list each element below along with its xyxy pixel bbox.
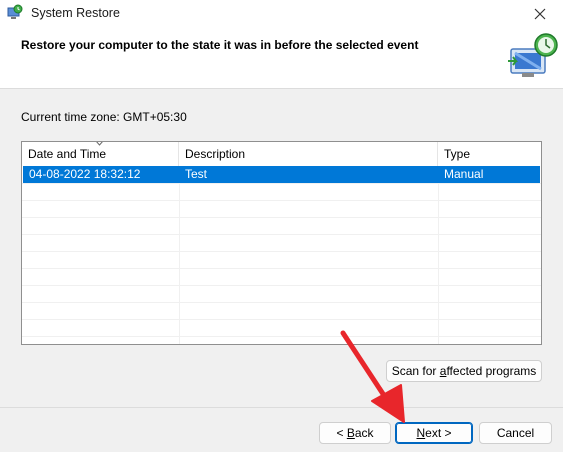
next-button[interactable]: Next >: [395, 422, 473, 444]
page-title: Restore your computer to the state it wa…: [21, 38, 419, 52]
cancel-button[interactable]: Cancel: [479, 422, 552, 444]
column-header-label: Type: [444, 147, 471, 161]
restore-point-list[interactable]: Date and Time Description Type 04-08-202…: [21, 141, 542, 345]
cell-date: 04-08-2022 18:32:12: [29, 167, 141, 181]
grid-divider: [22, 251, 541, 252]
grid-divider: [22, 285, 541, 286]
close-icon: [534, 8, 546, 20]
button-label: ffected programs: [446, 364, 537, 378]
column-header-description[interactable]: Description: [179, 142, 438, 166]
button-label: Scan for: [391, 364, 440, 378]
title-bar: System Restore: [0, 0, 563, 28]
back-button[interactable]: < Back: [319, 422, 391, 444]
cell-description: Test: [185, 167, 208, 181]
sort-descending-icon: [96, 142, 103, 146]
close-button[interactable]: [517, 0, 563, 28]
table-row[interactable]: 04-08-2022 18:32:12 Test Manual: [23, 166, 540, 183]
column-header-date[interactable]: Date and Time: [22, 142, 179, 166]
button-label: ext >: [425, 426, 452, 440]
footer-divider: [0, 407, 563, 408]
window-title: System Restore: [31, 6, 120, 20]
scan-affected-programs-button[interactable]: Scan for affected programs: [386, 360, 542, 382]
grid-divider: [22, 200, 541, 201]
timezone-label: Current time zone: GMT+05:30: [21, 110, 187, 124]
cell-type: Manual: [444, 167, 484, 181]
grid-divider: [22, 336, 541, 337]
grid-divider: [22, 319, 541, 320]
column-header-label: Description: [185, 147, 246, 161]
button-label-accelerator: N: [416, 426, 426, 440]
grid-divider: [22, 217, 541, 218]
button-label-accelerator: B: [346, 426, 355, 440]
list-header: Date and Time Description Type: [22, 142, 541, 166]
grid-divider: [22, 302, 541, 303]
grid-divider: [22, 268, 541, 269]
wizard-header: Restore your computer to the state it wa…: [0, 28, 563, 89]
system-restore-icon: [7, 4, 23, 19]
grid-divider: [22, 234, 541, 235]
system-restore-graphic-icon: [508, 33, 558, 77]
grid-divider: [22, 183, 541, 184]
column-header-label: Date and Time: [28, 147, 107, 161]
column-header-type[interactable]: Type: [438, 142, 541, 166]
button-label: ack: [354, 426, 374, 440]
button-label: <: [336, 426, 347, 440]
